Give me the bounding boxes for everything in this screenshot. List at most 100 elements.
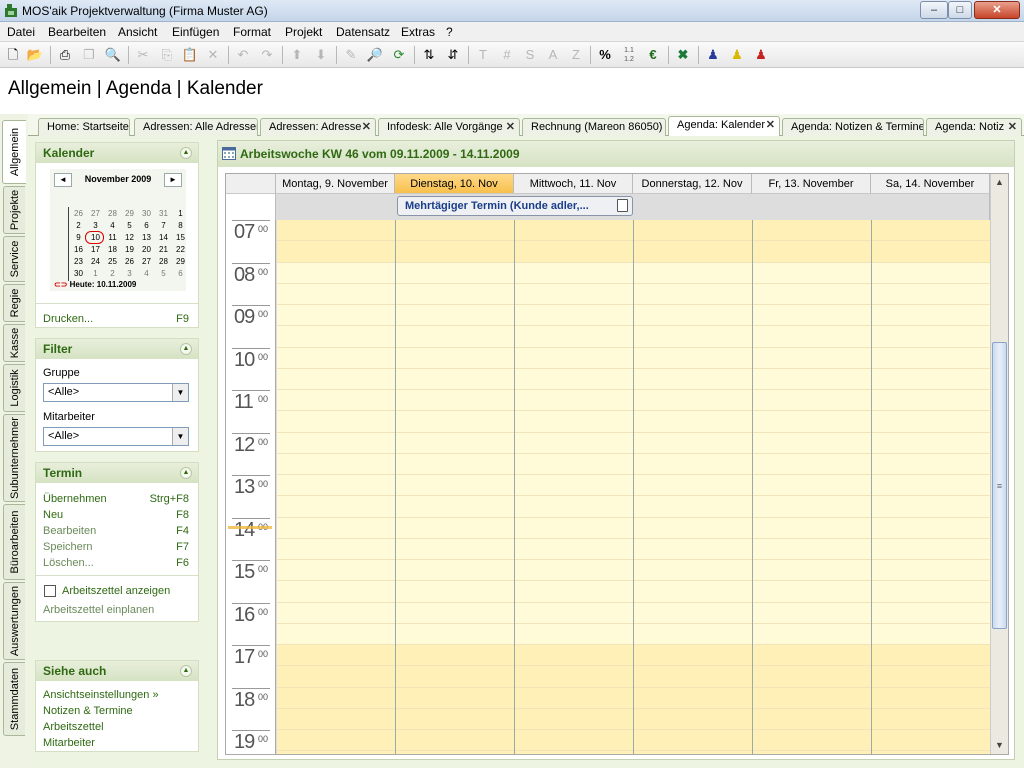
day-header-saturday[interactable]: Sa, 14. November [871, 174, 990, 194]
kalender-panel-header[interactable]: Kalender ▲ [36, 143, 198, 163]
vtab-projekte[interactable]: Projekte [3, 186, 25, 234]
sort-asc-icon[interactable]: ⇅ [420, 46, 438, 64]
calendar-day[interactable]: 4 [138, 269, 155, 278]
staff-select[interactable]: <Alle> ▼ [43, 427, 189, 446]
calendar-day[interactable]: 1 [172, 209, 189, 218]
day-header-thursday[interactable]: Donnerstag, 12. Nov [633, 174, 752, 194]
collapse-icon[interactable]: ▲ [180, 467, 192, 479]
tab-rechnung[interactable]: Rechnung (Mareon 86050) [522, 118, 666, 136]
calendar-day[interactable]: 22 [172, 245, 189, 254]
calendar-day[interactable]: 2 [70, 221, 87, 230]
currency-icon[interactable]: € [644, 46, 662, 64]
calendar-day[interactable]: 30 [70, 269, 87, 278]
vtab-stammdaten[interactable]: Stammdaten [3, 662, 25, 736]
calendar-day[interactable]: 25 [104, 257, 121, 266]
minimize-button[interactable]: – [920, 1, 948, 19]
scroll-thumb[interactable]: ≡ [992, 342, 1007, 629]
menu-datei[interactable]: Datei [7, 25, 35, 39]
allday-row[interactable] [276, 194, 990, 220]
refresh-icon[interactable]: ⟳ [390, 46, 408, 64]
percent-icon[interactable]: % [596, 46, 614, 64]
vtab-allgemein[interactable]: Allgemein [2, 120, 26, 184]
menu-ansicht[interactable]: Ansicht [118, 25, 157, 39]
calendar-day[interactable]: 26 [121, 257, 138, 266]
paste-icon[interactable]: 📋 [181, 46, 199, 64]
vtab-bueroarbeiten[interactable]: Büroarbeiten [3, 504, 25, 580]
calendar-day[interactable]: 16 [70, 245, 87, 254]
calendar-day[interactable]: 27 [138, 257, 155, 266]
tab-notiz[interactable]: Agenda: Notiz ✕ [926, 118, 1022, 136]
tab-agenda-kalender[interactable]: Agenda: Kalender ✕ [668, 116, 780, 137]
new-file-icon[interactable]: 🗋 [4, 46, 22, 64]
calendar-day[interactable]: 13 [138, 233, 155, 242]
close-tab-icon[interactable]: ✕ [766, 117, 775, 133]
print-icon[interactable]: ⎙ [56, 46, 74, 64]
arrow-up-icon[interactable]: ⬆ [288, 46, 306, 64]
menu-einfuegen[interactable]: Einfügen [172, 25, 219, 39]
text-format-icon[interactable]: T [474, 46, 492, 64]
tab-adresse[interactable]: Adressen: Adresse ✕ [260, 118, 376, 136]
delete-icon[interactable]: ✕ [204, 46, 222, 64]
vertical-scrollbar[interactable]: ▲ ≡ ▼ [990, 174, 1008, 754]
vtab-kasse[interactable]: Kasse [3, 324, 25, 362]
ansichtseinstellungen-link[interactable]: Ansichtseinstellungen » [43, 689, 159, 701]
menu-datensatz[interactable]: Datensatz [336, 25, 390, 39]
calendar-day[interactable]: 28 [155, 257, 172, 266]
arrow-down-icon[interactable]: ⬇ [312, 46, 330, 64]
menu-extras[interactable]: Extras [401, 25, 435, 39]
day-header-monday[interactable]: Montag, 9. November [276, 174, 395, 194]
uebernehmen-link[interactable]: Übernehmen [43, 493, 107, 505]
calendar-day[interactable]: 21 [155, 245, 172, 254]
close-tab-icon[interactable]: ✕ [362, 119, 371, 135]
see-also-panel-header[interactable]: Siehe auch ▲ [36, 661, 198, 681]
menu-help[interactable]: ? [446, 25, 453, 39]
calendar-day[interactable]: 19 [121, 245, 138, 254]
multi-day-event[interactable]: Mehrtägiger Termin (Kunde adler,... [397, 196, 633, 216]
find-icon[interactable]: 🔎 [366, 46, 384, 64]
maximize-button[interactable]: □ [948, 1, 972, 19]
calendar-day[interactable]: 31 [155, 209, 172, 218]
copy-doc-icon[interactable]: ❐ [80, 46, 98, 64]
calendar-day[interactable]: 24 [87, 257, 104, 266]
vtab-subunternehmer[interactable]: Subunternehmer [3, 414, 25, 502]
prev-month-button[interactable]: ◄ [54, 173, 72, 187]
calendar-day[interactable]: 28 [104, 209, 121, 218]
numbering-icon[interactable]: 1.1 1.2 [620, 46, 638, 64]
chevron-down-icon[interactable]: ▼ [172, 384, 188, 401]
calendar-day[interactable]: 4 [104, 221, 121, 230]
print-preview-icon[interactable]: 🔍 [104, 46, 122, 64]
copy-icon[interactable]: ⎘ [158, 46, 176, 64]
day-header-tuesday[interactable]: Dienstag, 10. Nov [395, 174, 514, 194]
calendar-day[interactable]: 12 [121, 233, 138, 242]
scroll-down-icon[interactable]: ▼ [991, 737, 1008, 754]
calendar-day[interactable]: 15 [172, 233, 189, 242]
calendar-day[interactable]: 6 [172, 269, 189, 278]
filter-panel-header[interactable]: Filter ▲ [36, 339, 198, 359]
termin-panel-header[interactable]: Termin ▲ [36, 463, 198, 483]
redo-icon[interactable]: ↷ [258, 46, 276, 64]
tab-infodesk[interactable]: Infodesk: Alle Vorgänge ✕ [378, 118, 520, 136]
arbeitszettel-einplanen-link[interactable]: Arbeitszettel einplanen [43, 604, 154, 616]
close-tab-icon[interactable]: ✕ [506, 119, 515, 135]
user-red-icon[interactable]: ♟ [752, 46, 770, 64]
cut-icon[interactable]: ✂ [134, 46, 152, 64]
calendar-day[interactable]: 30 [138, 209, 155, 218]
neu-link[interactable]: Neu [43, 509, 63, 521]
calendar-day[interactable]: 20 [138, 245, 155, 254]
group-select[interactable]: <Alle> ▼ [43, 383, 189, 402]
menu-bearbeiten[interactable]: Bearbeiten [48, 25, 106, 39]
today-label[interactable]: ⊂⊃ Heute: 10.11.2009 [54, 280, 136, 289]
tab-notizen-termine[interactable]: Agenda: Notizen & Termine [782, 118, 924, 136]
alpha-format-icon[interactable]: A [544, 46, 562, 64]
calendar-day[interactable]: 8 [172, 221, 189, 230]
calendar-day[interactable]: 5 [155, 269, 172, 278]
collapse-icon[interactable]: ▲ [180, 147, 192, 159]
calendar-day[interactable]: 1 [87, 269, 104, 278]
tab-home[interactable]: Home: Startseite [38, 118, 130, 136]
mitarbeiter-link[interactable]: Mitarbeiter [43, 737, 95, 749]
close-tab-icon[interactable]: ✕ [1008, 119, 1017, 135]
calendar-day[interactable]: 26 [70, 209, 87, 218]
calendar-day[interactable]: 3 [87, 221, 104, 230]
calendar-day[interactable]: 14 [155, 233, 172, 242]
menu-projekt[interactable]: Projekt [285, 25, 322, 39]
